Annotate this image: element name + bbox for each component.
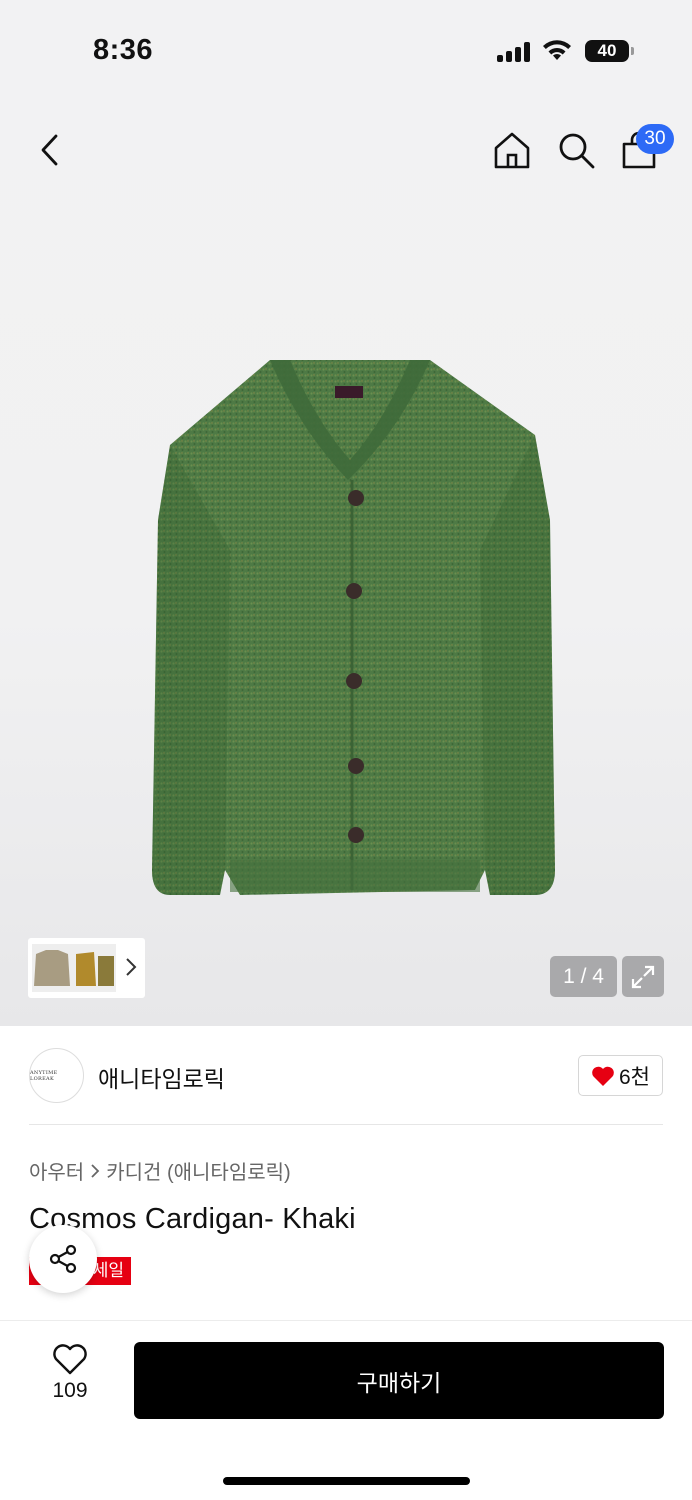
thumbnail-image: [32, 944, 116, 992]
home-icon: [494, 132, 530, 169]
breadcrumb-item[interactable]: 카디건 (애니타임로릭): [106, 1156, 290, 1185]
chevron-right-icon: [126, 958, 137, 976]
battery-icon: 40: [585, 40, 629, 62]
status-time: 8:36: [93, 34, 154, 66]
brand-like-count: 6천: [619, 1065, 650, 1089]
share-icon: [49, 1244, 77, 1274]
wishlist-count: 109: [52, 1379, 88, 1402]
back-button[interactable]: [28, 128, 72, 172]
wishlist-button[interactable]: 109: [30, 1343, 110, 1415]
divider: [29, 1124, 663, 1125]
share-button[interactable]: [29, 1225, 97, 1293]
heart-icon: [53, 1344, 87, 1375]
breadcrumb: 아우터 카디건 (애니타임로릭): [29, 1156, 291, 1185]
signal-icon: [497, 42, 531, 62]
expand-icon: [631, 965, 655, 988]
wifi-icon: [543, 40, 571, 60]
search-icon: [559, 133, 595, 169]
brand-name[interactable]: 애니타임로릭: [98, 1060, 225, 1094]
battery-nub: [631, 47, 634, 55]
buy-button[interactable]: 구매하기: [134, 1342, 664, 1419]
home-indicator: [223, 1477, 470, 1485]
brand-like-button[interactable]: 6천: [578, 1055, 663, 1096]
cart-count-badge: 30: [636, 124, 674, 154]
search-button[interactable]: [554, 128, 598, 172]
brand-logo[interactable]: ANYTIME LOREAK: [29, 1048, 84, 1103]
heart-icon: [592, 1066, 614, 1086]
image-counter: 1 / 4: [550, 956, 617, 997]
breadcrumb-item[interactable]: 아우터: [29, 1156, 84, 1185]
thumbnail-strip[interactable]: [28, 938, 145, 998]
chevron-right-icon: [91, 1163, 100, 1178]
home-button[interactable]: [490, 128, 534, 172]
back-icon: [41, 134, 58, 166]
expand-button[interactable]: [622, 956, 664, 997]
product-image[interactable]: [130, 350, 570, 920]
